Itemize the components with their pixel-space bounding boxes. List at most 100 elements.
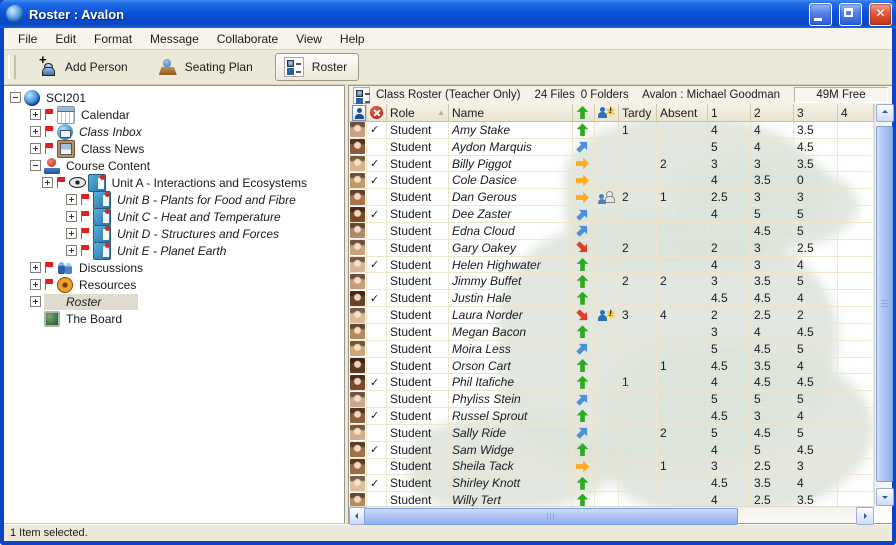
table-row[interactable]: StudentEdna Cloud4.55	[349, 223, 874, 240]
col-tardy-header[interactable]: Tardy	[619, 104, 657, 121]
roster-button[interactable]: Roster	[275, 53, 359, 81]
name-cell[interactable]: Cole Dasice	[449, 172, 573, 189]
collapse-toggle[interactable]	[10, 92, 21, 103]
enabled-cell[interactable]: ✓	[367, 257, 387, 274]
tree-item-unit-e-planet-earth[interactable]: Unit E - Planet Earth	[4, 242, 344, 259]
name-cell[interactable]: Moira Less	[449, 341, 573, 358]
table-row[interactable]: StudentSheila Tack132.53	[349, 459, 874, 476]
tree-item-course-content[interactable]: Course Content	[4, 157, 344, 174]
col-absent-header[interactable]: Absent	[657, 104, 708, 121]
tree-item-class-inbox[interactable]: Class Inbox	[4, 123, 344, 140]
table-row[interactable]: ✓StudentHelen Highwater434	[349, 257, 874, 274]
menu-help[interactable]: Help	[332, 30, 373, 48]
scroll-right-button[interactable]	[856, 507, 874, 525]
enabled-cell[interactable]	[367, 307, 387, 324]
vertical-scrollbar[interactable]	[874, 104, 892, 506]
tree-item-class-news[interactable]: Class News	[4, 140, 344, 157]
name-cell[interactable]: Shirley Knott	[449, 475, 573, 492]
name-cell[interactable]: Orson Cart	[449, 358, 573, 375]
expand-toggle[interactable]	[66, 228, 77, 239]
table-row[interactable]: ✓StudentShirley Knott4.53.54	[349, 475, 874, 492]
col-grade3-header[interactable]: 3	[794, 104, 838, 121]
enabled-cell[interactable]	[367, 358, 387, 375]
col-grade4-header[interactable]: 4	[838, 104, 874, 121]
enabled-cell[interactable]	[367, 391, 387, 408]
name-cell[interactable]: Sheila Tack	[449, 459, 573, 476]
col-name-header[interactable]: Name	[449, 104, 573, 121]
name-cell[interactable]: Edna Cloud	[449, 223, 573, 240]
table-row[interactable]: ✓StudentCole Dasice43.50	[349, 172, 874, 189]
table-row[interactable]: ✓StudentDee Zaster455	[349, 206, 874, 223]
name-cell[interactable]: Jimmy Buffet	[449, 273, 573, 290]
col-trend-header[interactable]	[573, 104, 595, 121]
expand-toggle[interactable]	[30, 296, 41, 307]
expand-toggle[interactable]	[30, 143, 41, 154]
menu-view[interactable]: View	[288, 30, 330, 48]
enabled-cell[interactable]	[367, 223, 387, 240]
table-row[interactable]: StudentGary Oakey2232.5	[349, 240, 874, 257]
scroll-up-button[interactable]	[876, 104, 894, 122]
tree-item-resources[interactable]: Resources	[4, 276, 344, 293]
table-row[interactable]: StudentMoira Less54.55	[349, 341, 874, 358]
maximize-button[interactable]	[839, 3, 862, 26]
expand-toggle[interactable]	[30, 126, 41, 137]
tree-item-unit-d-structures-and-forces[interactable]: Unit D - Structures and Forces	[4, 225, 344, 242]
table-row[interactable]: StudentLaura Norder3422.52	[349, 307, 874, 324]
col-avatar-header[interactable]	[349, 104, 367, 121]
name-cell[interactable]: Willy Tert	[449, 492, 573, 506]
expand-toggle[interactable]	[66, 245, 77, 256]
horizontal-scroll-thumb[interactable]	[364, 508, 738, 525]
name-cell[interactable]: Billy Piggot	[449, 156, 573, 173]
enabled-cell[interactable]: ✓	[367, 122, 387, 139]
menu-edit[interactable]: Edit	[47, 30, 84, 48]
enabled-cell[interactable]	[367, 324, 387, 341]
menu-file[interactable]: File	[10, 30, 45, 48]
menu-message[interactable]: Message	[142, 30, 207, 48]
name-cell[interactable]: Aydon Marquis	[449, 139, 573, 156]
tree-item-the-board[interactable]: The Board	[4, 310, 344, 327]
title-bar[interactable]: Roster : Avalon	[0, 0, 896, 28]
tree-item-sci201[interactable]: SCI201	[4, 89, 344, 106]
menu-format[interactable]: Format	[86, 30, 140, 48]
enabled-cell[interactable]: ✓	[367, 156, 387, 173]
enabled-cell[interactable]: ✓	[367, 290, 387, 307]
name-cell[interactable]: Phil Itafiche	[449, 374, 573, 391]
table-row[interactable]: ✓StudentAmy Stake1443.5	[349, 122, 874, 139]
enabled-cell[interactable]: ✓	[367, 475, 387, 492]
table-row[interactable]: StudentAydon Marquis544.5	[349, 139, 874, 156]
close-button[interactable]	[869, 3, 892, 26]
name-cell[interactable]: Laura Norder	[449, 307, 573, 324]
vertical-scroll-thumb[interactable]	[876, 126, 893, 482]
tree-item-unit-b-plants-for-food-and-fibre[interactable]: Unit B - Plants for Food and Fibre	[4, 191, 344, 208]
enabled-cell[interactable]: ✓	[367, 172, 387, 189]
horizontal-scrollbar[interactable]	[349, 506, 874, 523]
enabled-cell[interactable]	[367, 492, 387, 506]
tree-item-roster[interactable]: Roster	[4, 293, 344, 310]
table-row[interactable]: StudentDan Gerous212.533	[349, 189, 874, 206]
table-row[interactable]: ✓StudentBilly Piggot2333.5	[349, 156, 874, 173]
toolbar-grip[interactable]	[8, 55, 16, 79]
name-cell[interactable]: Dan Gerous	[449, 189, 573, 206]
table-row[interactable]: ✓StudentSam Widge454.5	[349, 442, 874, 459]
table-row[interactable]: StudentJimmy Buffet2233.55	[349, 273, 874, 290]
col-grade1-header[interactable]: 1	[708, 104, 751, 121]
col-enabled-header[interactable]	[367, 104, 387, 121]
table-row[interactable]: StudentPhyliss Stein555	[349, 391, 874, 408]
table-row[interactable]: ✓StudentJustin Hale4.54.54	[349, 290, 874, 307]
expand-toggle[interactable]	[42, 177, 53, 188]
col-grade2-header[interactable]: 2	[751, 104, 794, 121]
enabled-cell[interactable]: ✓	[367, 374, 387, 391]
expand-toggle[interactable]	[66, 211, 77, 222]
enabled-cell[interactable]	[367, 240, 387, 257]
tree-item-calendar[interactable]: Calendar	[4, 106, 344, 123]
seating-plan-button[interactable]: Seating Plan	[150, 54, 265, 80]
collapse-toggle[interactable]	[30, 160, 41, 171]
expand-toggle[interactable]	[30, 262, 41, 273]
name-cell[interactable]: Russel Sprout	[449, 408, 573, 425]
name-cell[interactable]: Gary Oakey	[449, 240, 573, 257]
enabled-cell[interactable]: ✓	[367, 408, 387, 425]
name-cell[interactable]: Megan Bacon	[449, 324, 573, 341]
name-cell[interactable]: Sam Widge	[449, 442, 573, 459]
scroll-down-button[interactable]	[876, 488, 894, 506]
table-row[interactable]: StudentOrson Cart14.53.54	[349, 358, 874, 375]
